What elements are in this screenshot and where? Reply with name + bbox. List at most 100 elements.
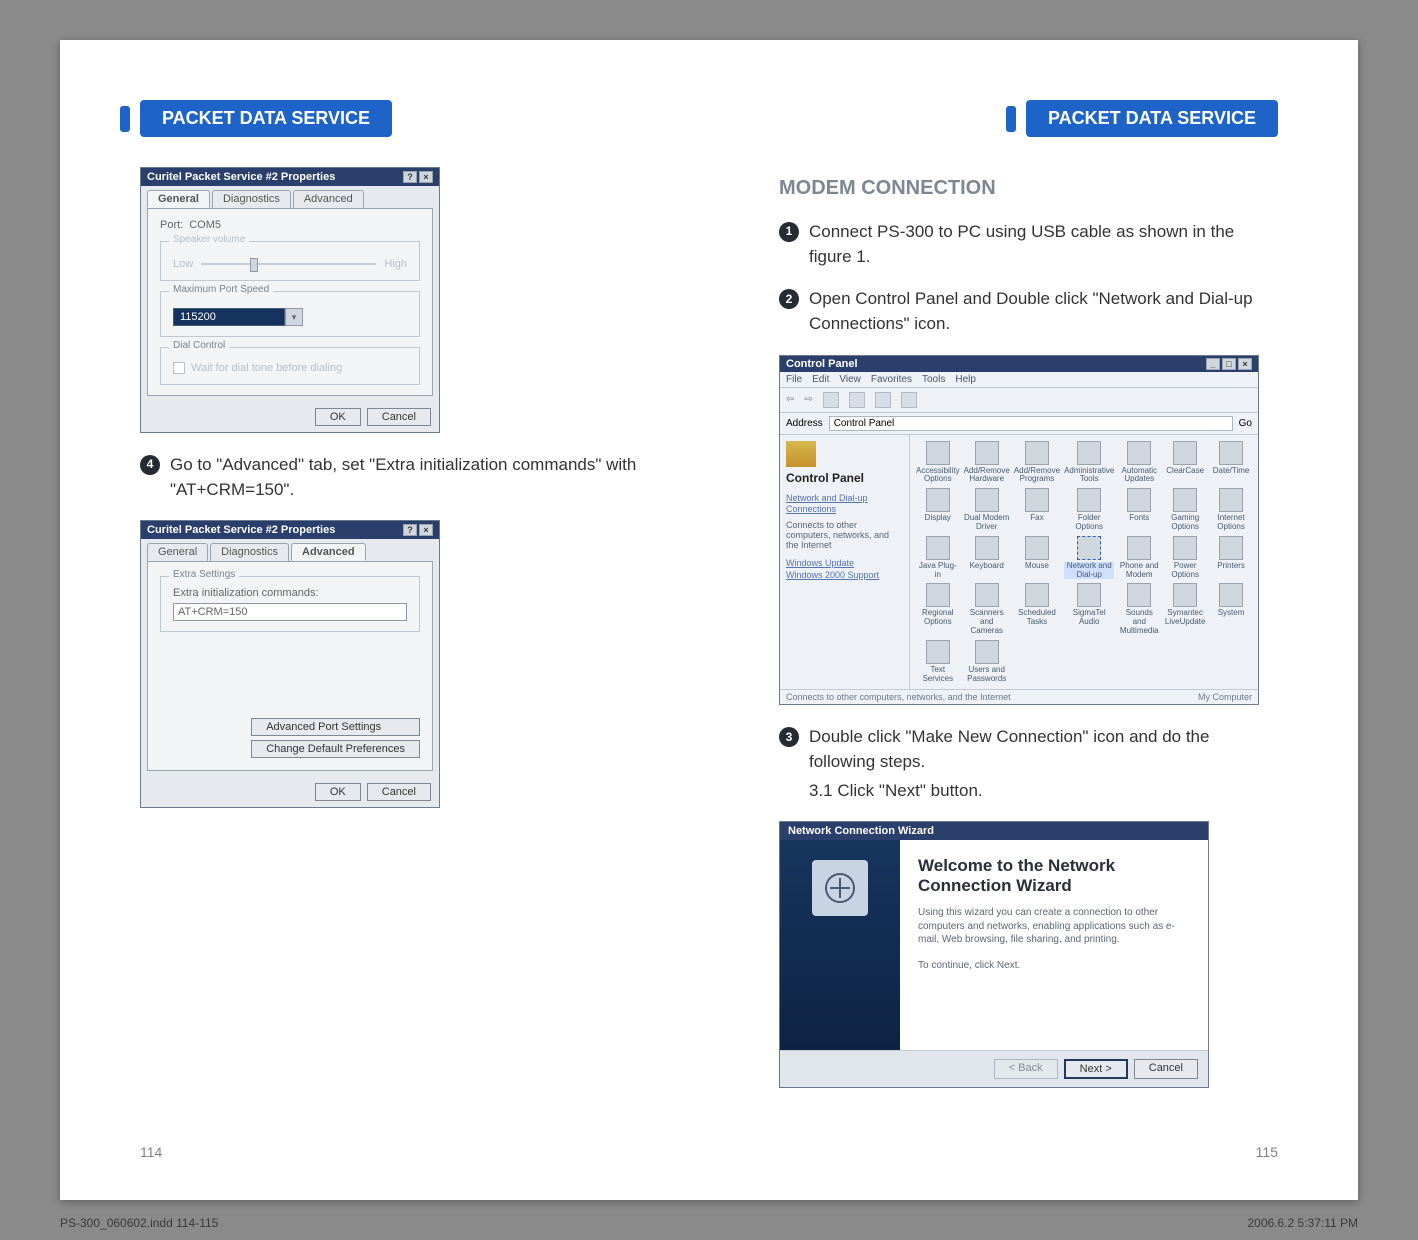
control-panel-item[interactable]: Scheduled Tasks — [1014, 583, 1060, 635]
control-panel-item[interactable]: Accessibility Options — [916, 441, 960, 485]
control-panel-item[interactable]: Java Plug-in — [916, 536, 960, 580]
control-panel-item[interactable]: Printers — [1210, 536, 1252, 580]
control-panel-item-icon — [1077, 536, 1101, 560]
control-panel-item-label: Scheduled Tasks — [1014, 609, 1060, 627]
modem-properties-dialog-advanced: Curitel Packet Service #2 Properties ? ×… — [140, 520, 440, 808]
control-panel-item[interactable]: Date/Time — [1210, 441, 1252, 485]
control-panel-item-label: Automatic Updates — [1118, 467, 1160, 485]
control-panel-item-label: Accessibility Options — [916, 467, 960, 485]
next-button[interactable]: Next > — [1064, 1059, 1128, 1079]
help-icon[interactable]: ? — [403, 524, 417, 536]
control-panel-item[interactable]: Users and Passwords — [964, 640, 1010, 684]
close-icon[interactable]: × — [1238, 358, 1252, 370]
control-panel-item[interactable]: Automatic Updates — [1118, 441, 1160, 485]
control-panel-item[interactable]: Symantec LiveUpdate — [1164, 583, 1206, 635]
control-panel-item[interactable]: Text Services — [916, 640, 960, 684]
control-panel-item[interactable]: Internet Options — [1210, 488, 1252, 532]
control-panel-item-label: Users and Passwords — [964, 666, 1010, 684]
ok-button[interactable]: OK — [315, 783, 361, 801]
change-default-preferences-button[interactable]: Change Default Preferences — [251, 740, 420, 758]
menu-help[interactable]: Help — [955, 374, 976, 385]
search-icon[interactable] — [849, 392, 865, 408]
control-panel-item-icon — [1025, 583, 1049, 607]
control-panel-item[interactable]: Scanners and Cameras — [964, 583, 1010, 635]
wait-dial-tone-checkbox[interactable] — [173, 362, 185, 374]
menu-view[interactable]: View — [839, 374, 861, 385]
menu-favorites[interactable]: Favorites — [871, 374, 912, 385]
control-panel-item-icon — [975, 536, 999, 560]
menu-tools[interactable]: Tools — [922, 374, 945, 385]
tab-diagnostics[interactable]: Diagnostics — [210, 543, 289, 561]
speaker-volume-slider[interactable] — [201, 263, 376, 265]
step-4: 4 Go to "Advanced" tab, set "Extra initi… — [140, 453, 639, 502]
step-3-1-text: 3.1 Click "Next" button. — [809, 779, 1278, 804]
control-panel-item-icon — [1173, 488, 1197, 512]
max-port-speed-dropdown[interactable]: 115200 ▾ — [173, 308, 303, 326]
control-panel-item[interactable]: Sounds and Multimedia — [1118, 583, 1160, 635]
control-panel-item[interactable]: Add/Remove Hardware — [964, 441, 1010, 485]
control-panel-item[interactable]: Gaming Options — [1164, 488, 1206, 532]
tab-diagnostics[interactable]: Diagnostics — [212, 190, 291, 208]
control-panel-item-icon — [1219, 583, 1243, 607]
control-panel-item-label: Add/Remove Programs — [1014, 467, 1060, 485]
menu-edit[interactable]: Edit — [812, 374, 829, 385]
control-panel-item[interactable]: Phone and Modem — [1118, 536, 1160, 580]
up-icon[interactable] — [823, 392, 839, 408]
control-panel-item[interactable]: Dual Modem Driver — [964, 488, 1010, 532]
tab-advanced[interactable]: Advanced — [291, 543, 366, 561]
control-panel-item-label: Text Services — [916, 666, 960, 684]
control-panel-item[interactable]: Folder Options — [1064, 488, 1114, 532]
address-field[interactable]: Control Panel — [829, 416, 1233, 431]
sidebar-link-windows-update[interactable]: Windows Update — [786, 558, 903, 570]
ok-button[interactable]: OK — [315, 408, 361, 426]
wizard-title: Network Connection Wizard — [780, 822, 1208, 840]
maximize-icon[interactable]: □ — [1222, 358, 1236, 370]
window-controls: ? × — [403, 524, 433, 536]
control-panel-item[interactable]: ClearCase — [1164, 441, 1206, 485]
close-icon[interactable]: × — [419, 524, 433, 536]
control-panel-item[interactable]: Fax — [1014, 488, 1060, 532]
menu-bar[interactable]: File Edit View Favorites Tools Help — [780, 372, 1258, 388]
print-timestamp: 2006.6.2 5:37:11 PM — [1247, 1216, 1358, 1230]
history-icon[interactable] — [901, 392, 917, 408]
folders-icon[interactable] — [875, 392, 891, 408]
chevron-down-icon[interactable]: ▾ — [285, 308, 303, 326]
cancel-button[interactable]: Cancel — [367, 783, 431, 801]
sidebar-link-support[interactable]: Windows 2000 Support — [786, 570, 903, 582]
step-4-text: Go to "Advanced" tab, set "Extra initial… — [170, 453, 639, 502]
tab-advanced[interactable]: Advanced — [293, 190, 364, 208]
advanced-port-settings-button[interactable]: Advanced Port Settings — [251, 718, 420, 736]
control-panel-item[interactable]: Fonts — [1118, 488, 1160, 532]
control-panel-item[interactable]: Mouse — [1014, 536, 1060, 580]
help-icon[interactable]: ? — [403, 171, 417, 183]
control-panel-item-icon — [926, 488, 950, 512]
cancel-button[interactable]: Cancel — [1134, 1059, 1198, 1079]
extra-init-input[interactable]: AT+CRM=150 — [173, 603, 407, 621]
control-panel-title: Control Panel — [786, 358, 858, 370]
go-button[interactable]: Go — [1239, 418, 1252, 429]
control-panel-item[interactable]: Power Options — [1164, 536, 1206, 580]
sidebar-title: Control Panel — [786, 471, 903, 485]
control-panel-item-icon — [1127, 536, 1151, 560]
control-panel-item-icon — [1219, 536, 1243, 560]
control-panel-item-icon — [926, 536, 950, 560]
control-panel-item[interactable]: System — [1210, 583, 1252, 635]
sidebar-selected-desc: Connects to other computers, networks, a… — [786, 520, 903, 550]
menu-file[interactable]: File — [786, 374, 802, 385]
minimize-icon[interactable]: _ — [1206, 358, 1220, 370]
tab-general[interactable]: General — [147, 543, 208, 561]
control-panel-item[interactable]: Administrative Tools — [1064, 441, 1114, 485]
speaker-high-label: High — [384, 258, 407, 270]
tab-general[interactable]: General — [147, 190, 210, 208]
control-panel-item[interactable]: Regional Options — [916, 583, 960, 635]
status-location: My Computer — [1198, 692, 1252, 702]
network-connection-wizard: Network Connection Wizard Welcome to the… — [779, 821, 1209, 1088]
control-panel-item[interactable]: Keyboard — [964, 536, 1010, 580]
control-panel-item[interactable]: Display — [916, 488, 960, 532]
cancel-button[interactable]: Cancel — [367, 408, 431, 426]
control-panel-item[interactable]: SigmaTel Audio — [1064, 583, 1114, 635]
close-icon[interactable]: × — [419, 171, 433, 183]
control-panel-item-label: Scanners and Cameras — [964, 609, 1010, 635]
control-panel-item[interactable]: Add/Remove Programs — [1014, 441, 1060, 485]
control-panel-item[interactable]: Network and Dial-up — [1064, 536, 1114, 580]
